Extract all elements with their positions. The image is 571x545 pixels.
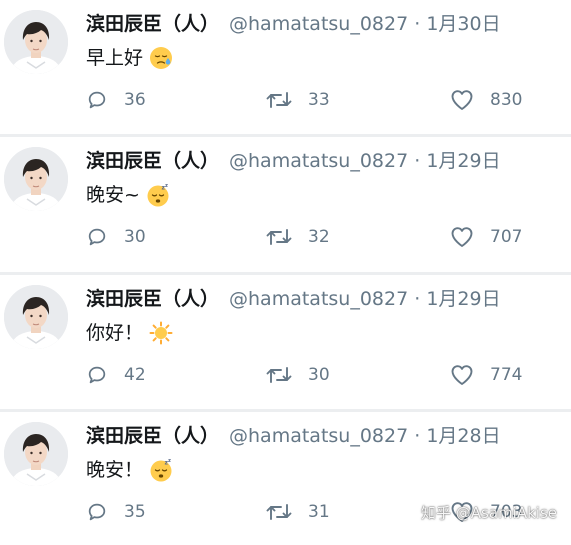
tweet-text-body: 晚安~ bbox=[86, 184, 140, 206]
tweet-header: 滨田辰臣（人） @hamatatsu_0827 · 1月29日 bbox=[86, 149, 501, 173]
sleeping-face-icon: zz bbox=[146, 183, 170, 207]
user-display-name[interactable]: 滨田辰臣（人） bbox=[86, 425, 219, 447]
tweet-text: 你好！ bbox=[86, 320, 173, 346]
sleeping-face-icon: zz bbox=[149, 458, 173, 482]
retweet-button[interactable]: 32 bbox=[266, 223, 330, 251]
tweet-date[interactable]: · 1月30日 bbox=[414, 13, 500, 35]
tweet-date[interactable]: · 1月29日 bbox=[414, 288, 500, 310]
retweet-count: 31 bbox=[308, 502, 330, 522]
tweet-item[interactable]: 滨田辰臣（人） @hamatatsu_0827 · 1月28日 晚安！ zz 35… bbox=[0, 412, 571, 545]
tweet-item[interactable]: 滨田辰臣（人） @hamatatsu_0827 · 1月30日 早上好 36 33… bbox=[0, 0, 571, 134]
tweet-header: 滨田辰臣（人） @hamatatsu_0827 · 1月29日 bbox=[86, 287, 501, 311]
tweet-text-body: 晚安！ bbox=[86, 459, 144, 481]
reply-button[interactable]: 42 bbox=[86, 361, 146, 389]
retweet-icon bbox=[266, 501, 292, 523]
retweet-icon bbox=[266, 364, 292, 386]
retweet-count: 32 bbox=[308, 227, 330, 247]
tweet-header: 滨田辰臣（人） @hamatatsu_0827 · 1月30日 bbox=[86, 12, 501, 36]
tweet-header: 滨田辰臣（人） @hamatatsu_0827 · 1月28日 bbox=[86, 424, 501, 448]
retweet-button[interactable]: 31 bbox=[266, 498, 330, 526]
user-handle[interactable]: @hamatatsu_0827 bbox=[229, 13, 408, 35]
retweet-icon bbox=[266, 226, 292, 248]
heart-icon bbox=[450, 364, 474, 386]
reply-count: 36 bbox=[124, 90, 146, 110]
svg-text:z: z bbox=[168, 458, 171, 464]
avatar[interactable] bbox=[4, 285, 68, 349]
user-handle[interactable]: @hamatatsu_0827 bbox=[229, 425, 408, 447]
tweet-item[interactable]: 滨田辰臣（人） @hamatatsu_0827 · 1月29日 晚安~ zz 30… bbox=[0, 137, 571, 271]
avatar[interactable] bbox=[4, 10, 68, 74]
reply-button[interactable]: 35 bbox=[86, 498, 146, 526]
user-display-name[interactable]: 滨田辰臣（人） bbox=[86, 13, 219, 35]
tweet-text-body: 早上好 bbox=[86, 47, 144, 69]
tweet-date[interactable]: · 1月29日 bbox=[414, 150, 500, 172]
retweet-icon bbox=[266, 89, 292, 111]
user-display-name[interactable]: 滨田辰臣（人） bbox=[86, 288, 219, 310]
tweet-actions: 36 33 830 bbox=[86, 86, 546, 114]
like-count: 707 bbox=[490, 227, 523, 247]
user-handle[interactable]: @hamatatsu_0827 bbox=[229, 150, 408, 172]
retweet-count: 33 bbox=[308, 90, 330, 110]
tweet-feed: 滨田辰臣（人） @hamatatsu_0827 · 1月30日 早上好 36 33… bbox=[0, 0, 571, 545]
user-display-name[interactable]: 滨田辰臣（人） bbox=[86, 150, 219, 172]
sad-sweat-face-icon bbox=[149, 46, 173, 70]
tweet-actions: 30 32 707 bbox=[86, 223, 546, 251]
avatar[interactable] bbox=[4, 422, 68, 486]
sun-icon bbox=[149, 321, 173, 345]
tweet-text: 早上好 bbox=[86, 45, 173, 71]
svg-text:z: z bbox=[165, 183, 168, 189]
retweet-count: 30 bbox=[308, 365, 330, 385]
like-button[interactable]: 774 bbox=[450, 361, 522, 389]
reply-icon bbox=[86, 501, 108, 523]
tweet-text-body: 你好！ bbox=[86, 322, 144, 344]
reply-count: 30 bbox=[124, 227, 146, 247]
like-count: 830 bbox=[490, 90, 523, 110]
reply-count: 35 bbox=[124, 502, 146, 522]
like-count: 774 bbox=[490, 365, 523, 385]
like-button[interactable]: 830 bbox=[450, 86, 522, 114]
reply-icon bbox=[86, 89, 108, 111]
heart-icon bbox=[450, 89, 474, 111]
reply-icon bbox=[86, 364, 108, 386]
retweet-button[interactable]: 30 bbox=[266, 361, 330, 389]
heart-icon bbox=[450, 226, 474, 248]
reply-button[interactable]: 36 bbox=[86, 86, 146, 114]
reply-button[interactable]: 30 bbox=[86, 223, 146, 251]
like-button[interactable]: 707 bbox=[450, 223, 522, 251]
tweet-text: 晚安~ zz bbox=[86, 182, 170, 208]
user-handle[interactable]: @hamatatsu_0827 bbox=[229, 288, 408, 310]
tweet-text: 晚安！ zz bbox=[86, 457, 173, 483]
avatar[interactable] bbox=[4, 147, 68, 211]
reply-icon bbox=[86, 226, 108, 248]
tweet-actions: 42 30 774 bbox=[86, 361, 546, 389]
tweet-item[interactable]: 滨田辰臣（人） @hamatatsu_0827 · 1月29日 你好！ 42 30… bbox=[0, 275, 571, 409]
reply-count: 42 bbox=[124, 365, 146, 385]
watermark: 知乎 @AsamiAkise bbox=[421, 504, 557, 522]
retweet-button[interactable]: 33 bbox=[266, 86, 330, 114]
tweet-date[interactable]: · 1月28日 bbox=[414, 425, 500, 447]
